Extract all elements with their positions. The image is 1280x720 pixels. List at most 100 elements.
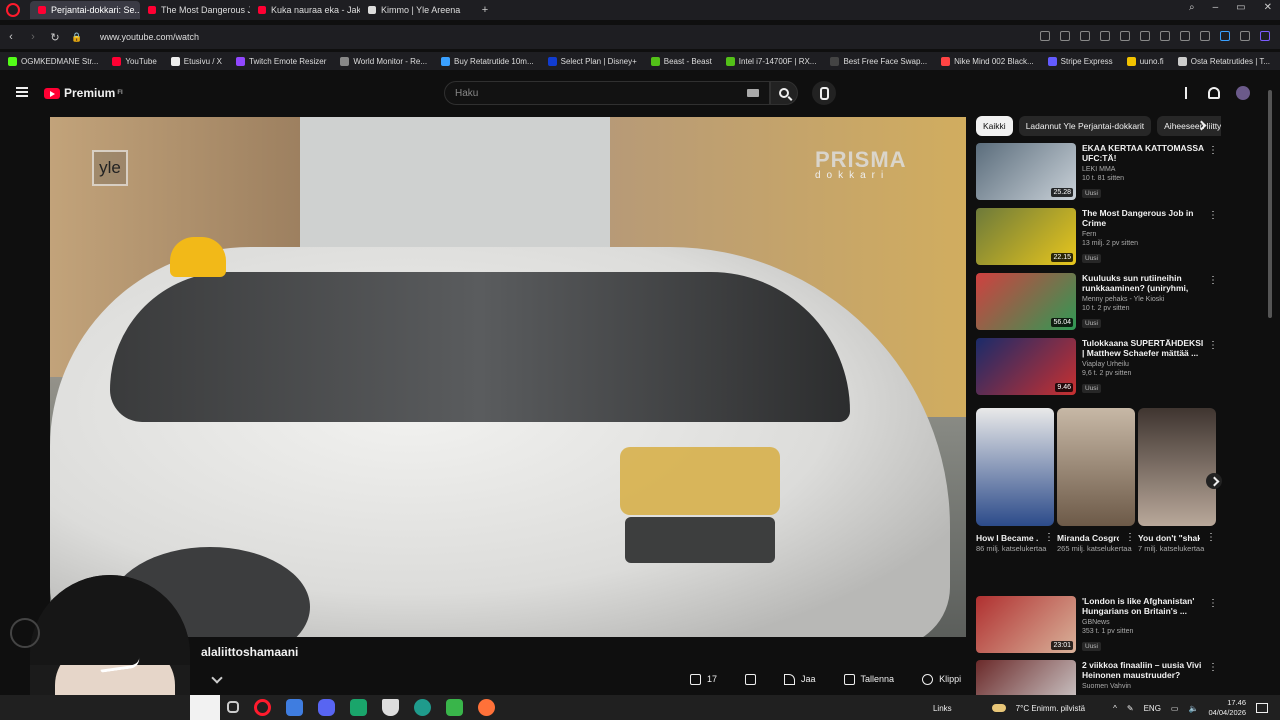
menu-icon[interactable] xyxy=(1180,31,1190,41)
recommended-video[interactable]: 22.15 The Most Dangerous Job in Crime Fern… xyxy=(976,208,1221,268)
opera-taskbar-icon[interactable] xyxy=(254,699,271,716)
bookmark-item[interactable]: Osta Retatrutides | T... xyxy=(1177,56,1270,66)
save-button[interactable]: Tallenna xyxy=(836,668,903,690)
search-input[interactable]: Haku xyxy=(444,81,770,105)
short-item[interactable]: How I Became ... 86 milj. katselukertaa ⋮ xyxy=(976,408,1054,554)
cube-icon[interactable] xyxy=(1240,31,1250,41)
filter-chip[interactable]: Kaikki xyxy=(976,116,1013,136)
bookmark-item[interactable]: Etusivu / X xyxy=(170,56,222,66)
download-icon[interactable] xyxy=(1160,31,1170,41)
video-title-link[interactable]: The Most Dangerous Job in Crime xyxy=(1082,208,1207,228)
extension-icon[interactable] xyxy=(1220,31,1230,41)
bookmark-item[interactable]: Select Plan | Disney+ xyxy=(547,56,637,66)
search-button[interactable] xyxy=(770,81,798,105)
notifications-icon[interactable] xyxy=(1256,703,1268,713)
recommended-video[interactable]: 9.46 Tulokkaana SUPERTÄHDEKSI | Matthew S… xyxy=(976,338,1221,398)
keyboard-icon[interactable] xyxy=(747,89,759,97)
recommended-video[interactable]: 56.04 Kuuluuks sun rutiineihin runkkaamin… xyxy=(976,273,1221,333)
short-item[interactable]: You don't "shake dow...7 milj. katseluke… xyxy=(1138,408,1216,554)
like-button[interactable]: 17 xyxy=(682,668,725,690)
minimize-button[interactable]: – xyxy=(1213,2,1219,13)
filter-chip[interactable]: Ladannut Yle Perjantai-dokkarit xyxy=(1018,116,1152,136)
share-button[interactable]: Jaa xyxy=(776,668,824,690)
clip-button[interactable]: Klippi xyxy=(914,668,969,690)
media-taskbar-icon[interactable] xyxy=(446,699,463,716)
video-thumbnail[interactable]: 25.28 xyxy=(976,143,1076,200)
channel-name[interactable]: Suomen Vahvin xyxy=(1082,683,1207,690)
video-thumbnail[interactable]: 23:01 xyxy=(976,596,1076,653)
forward-button[interactable]: › xyxy=(22,31,44,43)
extension-icon[interactable] xyxy=(1060,31,1070,41)
volume-icon[interactable]: 🔈 xyxy=(1188,704,1198,713)
bookmark-item[interactable]: Beast - Beast xyxy=(650,56,712,66)
extension-icon[interactable] xyxy=(1100,31,1110,41)
channel-name[interactable]: Menny pehaks - Yle Kioski xyxy=(1082,296,1207,303)
more-options-icon[interactable]: ⋮ xyxy=(1044,532,1054,543)
notifications-bell-icon[interactable] xyxy=(1208,87,1220,99)
channel-name[interactable]: Viaplay Urheilu xyxy=(1082,361,1207,368)
bookmark-item[interactable]: Intel i7-14700F | RX... xyxy=(725,56,816,66)
more-options-icon[interactable]: ⋮ xyxy=(1208,598,1218,609)
channel-name[interactable]: LEKI MMA xyxy=(1082,166,1207,173)
bookmark-item[interactable]: Best Free Face Swap... xyxy=(830,56,927,66)
back-button[interactable]: ‹ xyxy=(0,31,22,43)
more-options-icon[interactable]: ⋮ xyxy=(1125,532,1135,543)
page-scrollbar[interactable] xyxy=(1268,90,1272,318)
short-thumbnail[interactable] xyxy=(1138,408,1216,526)
channel-name[interactable]: GBNews xyxy=(1082,619,1207,626)
voice-search-button[interactable] xyxy=(812,81,836,105)
video-title-link[interactable]: EKAA KERTAA KATTOMASSA UFC:TÄ! xyxy=(1082,143,1207,163)
shorts-next-button[interactable] xyxy=(1206,473,1222,489)
tab-kuka-nauraa[interactable]: Kuka nauraa eka - Jakso 2 xyxy=(250,1,360,19)
video-title-link[interactable]: Tulokkaana SUPERTÄHDEKSI | Matthew Schae… xyxy=(1082,338,1207,358)
filter-chip[interactable]: Aiheeseen liittyvät xyxy=(1157,116,1221,136)
pen-icon[interactable]: ✎ xyxy=(1127,704,1134,713)
chat-taskbar-icon[interactable] xyxy=(350,699,367,716)
tab-dangerous-job[interactable]: The Most Dangerous Job xyxy=(140,1,250,19)
video-title-link[interactable]: Kuuluuks sun rutiineihin runkkaaminen? (… xyxy=(1082,273,1207,293)
video-title-link[interactable]: 2 viikkoa finaaliin – uusia Vivi Heinone… xyxy=(1082,660,1207,680)
bookmark-item[interactable]: Nike Mind 002 Black... xyxy=(941,56,1034,66)
more-options-icon[interactable]: ⋮ xyxy=(1208,145,1218,156)
hamburger-menu-icon[interactable] xyxy=(16,87,28,97)
recommended-video[interactable]: 25.28 EKAA KERTAA KATTOMASSA UFC:TÄ! LEKI … xyxy=(976,143,1221,203)
editor-taskbar-icon[interactable] xyxy=(286,699,303,716)
short-item[interactable]: Miranda Cosgrove ...265 milj. katseluker… xyxy=(1057,408,1135,554)
reload-button[interactable]: ↻ xyxy=(44,31,66,44)
play-extension-icon[interactable] xyxy=(1120,31,1130,41)
extension-icon[interactable] xyxy=(1040,31,1050,41)
upload-icon[interactable] xyxy=(1185,87,1197,99)
ai-icon[interactable] xyxy=(1260,31,1270,41)
new-tab-button[interactable]: + xyxy=(478,3,492,17)
bookmark-item[interactable]: OGMKEDMANE Str... xyxy=(8,56,98,66)
bookmark-item[interactable]: Buy Retatrutide 10m... xyxy=(441,56,534,66)
dislike-button[interactable] xyxy=(737,668,764,690)
more-options-icon[interactable]: ⋮ xyxy=(1208,275,1218,286)
close-window-button[interactable]: ✕ xyxy=(1264,2,1272,13)
search-tabs-icon[interactable]: ⌕ xyxy=(1189,2,1195,13)
network-icon[interactable]: ▭ xyxy=(1171,704,1179,713)
video-title-link[interactable]: 'London is like Afghanistan' Hungarians … xyxy=(1082,596,1207,616)
bookmark-item[interactable]: uuno.fi xyxy=(1126,56,1164,66)
video-thumbnail[interactable]: 9.46 xyxy=(976,338,1076,395)
short-title[interactable]: You don't "shake dow... xyxy=(1138,532,1200,544)
links-toolbar[interactable]: Links xyxy=(933,704,952,713)
more-options-icon[interactable]: ⋮ xyxy=(1206,532,1216,543)
opera-logo-icon[interactable] xyxy=(6,3,20,17)
bookmark-item[interactable]: YouTube xyxy=(112,56,157,66)
short-thumbnail[interactable] xyxy=(976,408,1054,526)
more-options-icon[interactable]: ⋮ xyxy=(1208,210,1218,221)
short-title[interactable]: How I Became ... xyxy=(976,532,1038,544)
heart-icon[interactable] xyxy=(1140,31,1150,41)
short-title[interactable]: Miranda Cosgrove ... xyxy=(1057,532,1119,544)
bookmark-item[interactable]: Stripe Express xyxy=(1047,56,1113,66)
tab-perjantai[interactable]: Perjantai-dokkari: Se... xyxy=(30,1,140,19)
shield-taskbar-icon[interactable] xyxy=(382,699,399,716)
extension-icon[interactable] xyxy=(1080,31,1090,41)
url-field[interactable]: www.youtube.com/watch xyxy=(100,32,199,42)
task-view-icon[interactable] xyxy=(227,701,239,713)
firefox-taskbar-icon[interactable] xyxy=(478,699,495,716)
more-options-icon[interactable]: ⋮ xyxy=(1208,662,1218,673)
language-indicator[interactable]: ENG xyxy=(1144,704,1161,713)
short-thumbnail[interactable] xyxy=(1057,408,1135,526)
